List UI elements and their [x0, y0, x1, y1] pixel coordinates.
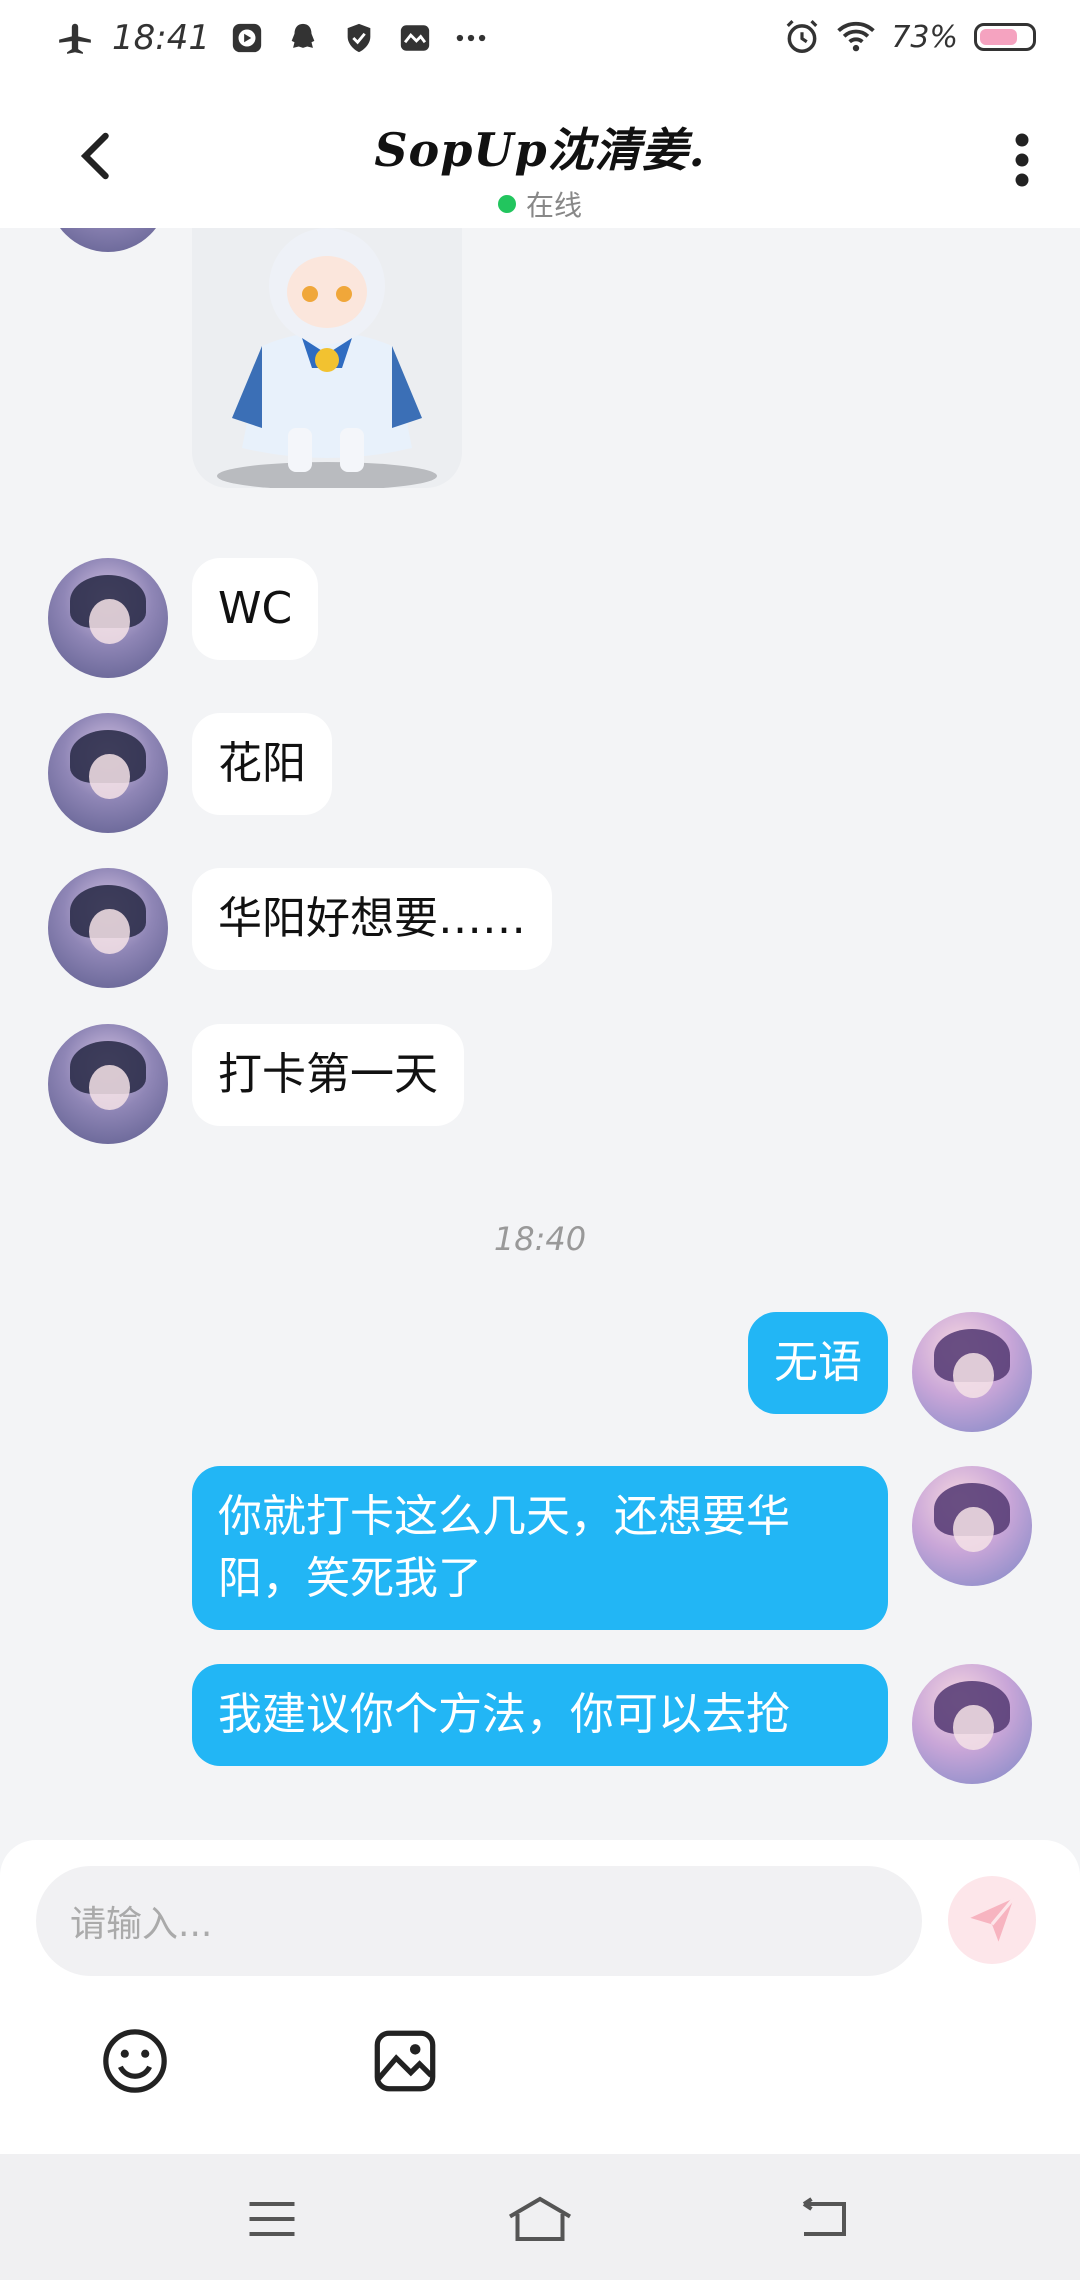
contact-avatar[interactable] — [48, 868, 168, 988]
qq-app-icon — [284, 19, 322, 57]
vertical-dots-icon — [1015, 133, 1029, 187]
home-icon — [508, 2196, 572, 2241]
message-list[interactable]: WC 花阳 华阳好想要…… 打卡第一天 18:40 无语 你就打卡这么几天，还想… — [0, 228, 1080, 1840]
more-options-button[interactable] — [1010, 130, 1034, 190]
outgoing-message[interactable]: 无语 — [748, 1312, 888, 1414]
emoji-button[interactable] — [100, 2026, 170, 2096]
play-app-icon — [228, 19, 266, 57]
online-dot — [497, 195, 516, 213]
outgoing-message[interactable]: 你就打卡这么几天，还想要华阳，笑死我了 — [192, 1466, 888, 1630]
my-avatar[interactable] — [912, 1466, 1032, 1586]
back-arrow-icon — [802, 2197, 846, 2236]
message-input[interactable]: 请输入... — [36, 1866, 922, 1976]
recent-apps-button[interactable] — [242, 2194, 302, 2244]
alarm-icon — [783, 18, 821, 56]
incoming-message[interactable]: 华阳好想要…… — [192, 868, 552, 970]
message-timestamp: 18:40 — [493, 1220, 587, 1258]
status-bar: 18:41 73% — [0, 0, 1080, 84]
contact-name: SopUp沈清姜. — [374, 123, 706, 177]
image-button[interactable] — [370, 2026, 440, 2096]
sticker-image[interactable] — [192, 228, 462, 488]
incoming-message[interactable]: WC — [192, 558, 319, 660]
system-nav-bar — [0, 2154, 1080, 2280]
battery-percent: 73% — [891, 19, 958, 55]
incoming-message[interactable]: 打卡第一天 — [192, 1024, 464, 1126]
back-nav-button[interactable] — [794, 2194, 854, 2244]
wifi-icon — [837, 18, 876, 56]
contact-avatar[interactable] — [48, 1024, 168, 1144]
airplane-mode-icon — [56, 19, 94, 57]
status-time: 18:41 — [112, 18, 210, 58]
message-app-icon — [396, 19, 434, 57]
image-icon — [374, 2030, 436, 2092]
chat-header: SopUp沈清姜. 在线 — [0, 84, 1080, 228]
contact-avatar[interactable] — [48, 713, 168, 833]
my-avatar[interactable] — [912, 1664, 1032, 1784]
send-button[interactable] — [948, 1876, 1036, 1964]
shield-icon — [340, 19, 378, 57]
menu-icon — [249, 2202, 295, 2236]
composer: 请输入... — [0, 1840, 1080, 2154]
send-icon — [970, 1897, 1015, 1942]
chibi-character-sticker — [217, 228, 437, 488]
incoming-message[interactable]: 花阳 — [192, 713, 332, 815]
outgoing-message[interactable]: 我建议你个方法，你可以去抢 — [192, 1664, 888, 1766]
presence-status: 在线 — [0, 184, 1080, 224]
more-notifications-icon — [452, 19, 490, 57]
battery-icon — [974, 23, 1036, 51]
smiley-icon — [103, 2029, 167, 2093]
contact-avatar[interactable] — [48, 558, 168, 678]
home-button[interactable] — [504, 2194, 576, 2244]
contact-avatar[interactable] — [48, 228, 168, 252]
presence-label: 在线 — [525, 189, 582, 222]
my-avatar[interactable] — [912, 1312, 1032, 1432]
